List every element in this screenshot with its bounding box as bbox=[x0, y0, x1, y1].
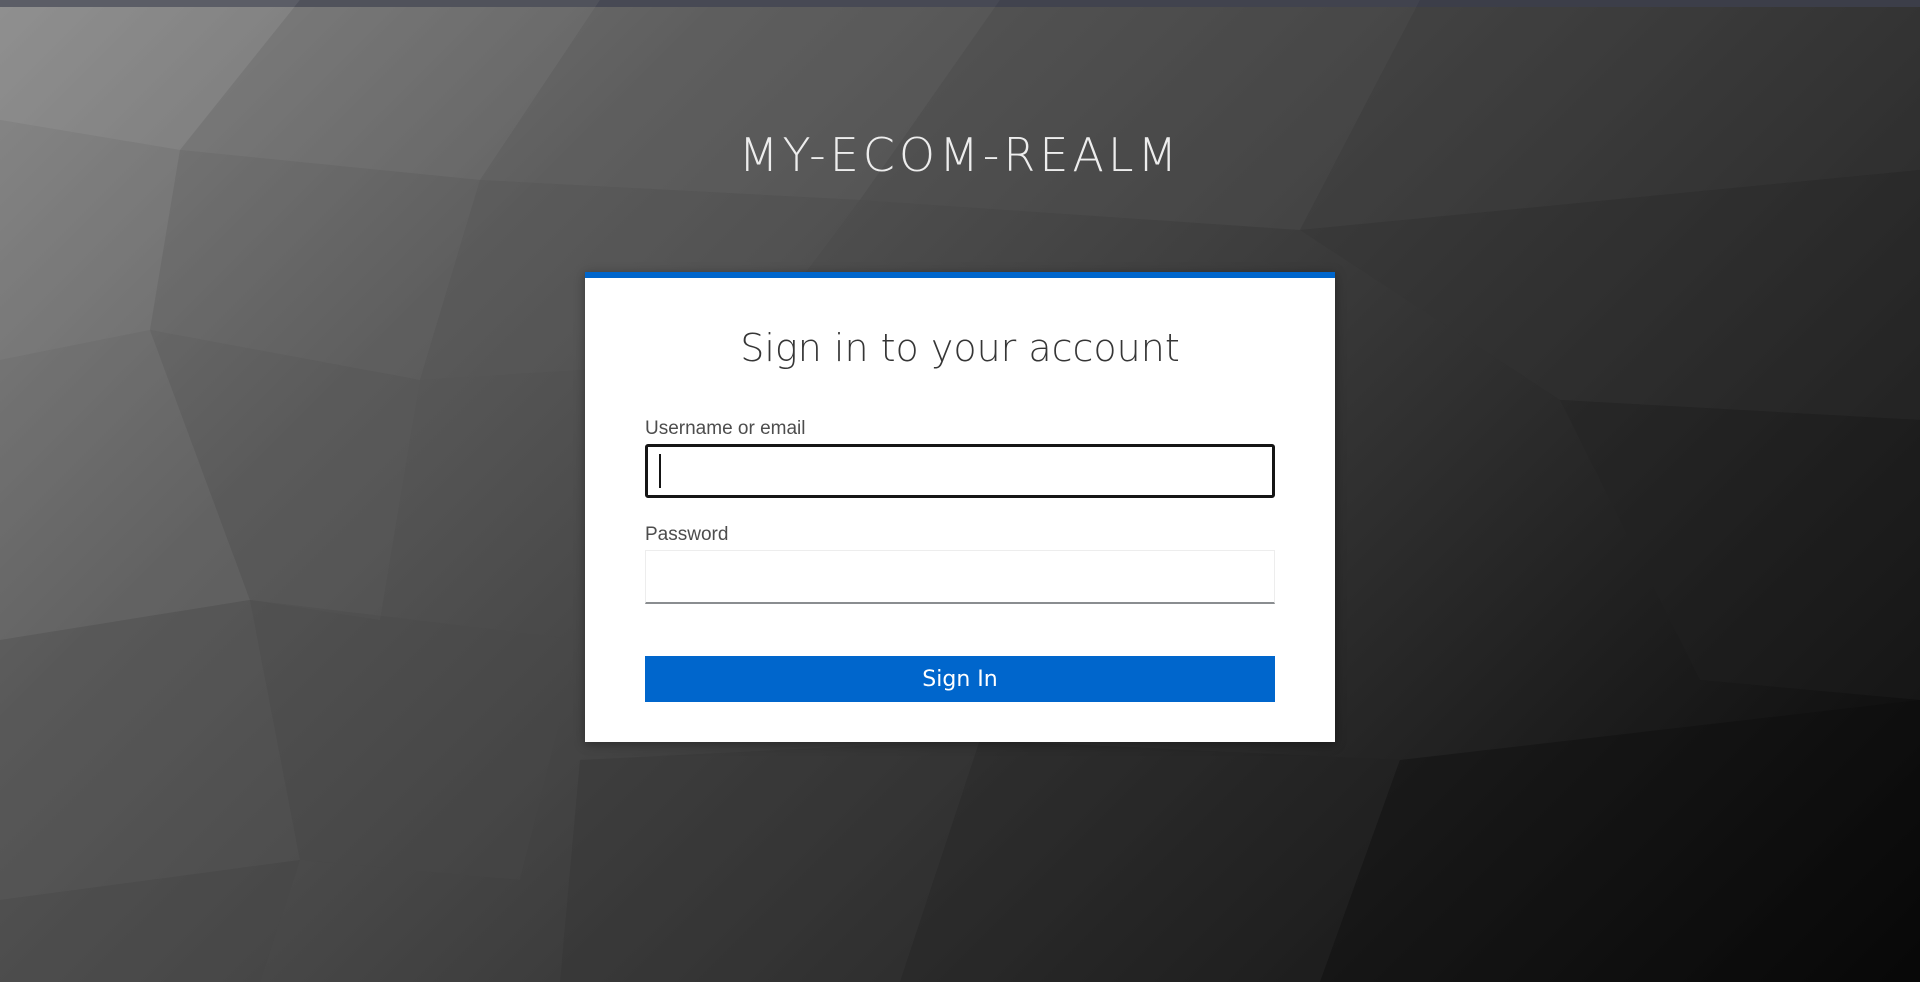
username-input[interactable] bbox=[645, 444, 1275, 498]
login-heading: Sign in to your account bbox=[740, 326, 1180, 370]
sign-in-button[interactable]: Sign In bbox=[645, 656, 1275, 702]
login-card: Sign in to your account Username or emai… bbox=[585, 272, 1335, 742]
text-cursor bbox=[659, 454, 661, 488]
username-label: Username or email bbox=[645, 418, 806, 439]
password-input[interactable] bbox=[645, 550, 1275, 604]
password-label: Password bbox=[645, 524, 729, 545]
realm-title: MY-ECOM-REALM bbox=[738, 128, 1182, 182]
